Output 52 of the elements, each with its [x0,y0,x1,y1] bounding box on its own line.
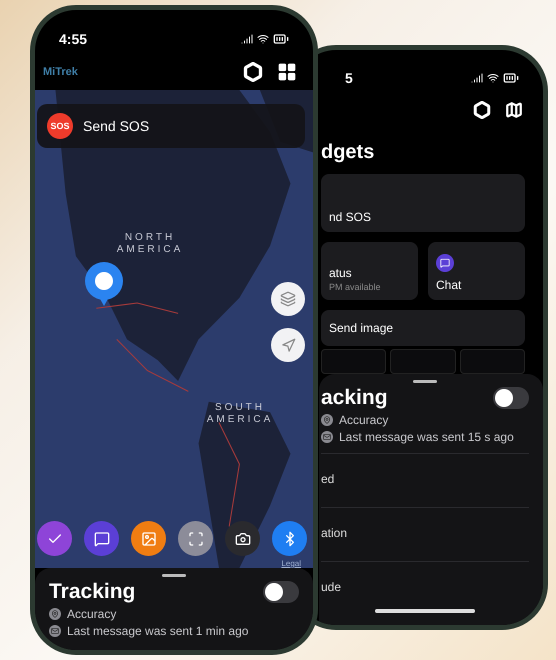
grid-icon[interactable] [277,62,297,82]
settings-item[interactable]: ude [321,580,342,594]
pin-icon [49,608,61,620]
status-time: 5 [345,70,353,86]
widget-label: Send image [329,321,394,336]
navigation-icon [280,338,296,352]
widget-label: nd SOS [329,210,372,224]
widget-label: Chat [436,278,462,292]
tracking-toggle[interactable] [493,387,529,409]
tracking-title: acking [321,386,388,410]
info-text: Last message was sent 15 s ago [339,430,514,444]
image-icon [140,530,156,546]
info-text: Last message was sent 1 min ago [67,624,248,638]
settings-item[interactable]: ation [321,526,348,540]
envelope-icon [321,431,333,443]
settings-icon[interactable] [243,62,263,82]
settings-icon[interactable] [473,101,491,120]
widget-label: atus [329,266,352,280]
camera-icon [234,530,250,546]
info-text: Accuracy [339,413,388,427]
signal-icon [471,72,483,84]
layers-icon [280,291,296,307]
widget-tile[interactable] [460,349,525,374]
widget-card[interactable]: Send image [321,310,525,346]
sos-card[interactable]: SOS Send SOS [37,104,305,148]
sheet-handle[interactable] [162,574,186,577]
settings-item[interactable]: ed [321,472,334,486]
widget-card[interactable]: nd SOS [321,174,525,232]
envelope-icon [49,625,61,637]
tracking-toggle[interactable] [263,581,299,603]
widget-tile[interactable] [390,349,456,374]
status-time: 4:55 [59,31,88,47]
screen-title: dgets [321,140,376,166]
map-label: NORTH AMERICA [116,232,184,256]
map-label: SOUTH AMERICA [206,402,274,426]
app-logo: MiTrek [43,66,78,78]
tracking-title: Tracking [49,580,136,604]
sheet-handle[interactable] [413,380,437,383]
map-icon[interactable] [505,101,523,120]
signal-icon [241,33,253,45]
widget-subtitle: PM available [329,282,381,292]
sos-label: Send SOS [83,118,150,134]
location-pin-icon[interactable] [85,262,123,306]
legal-link[interactable]: Legal [281,559,301,568]
scan-icon [188,530,204,546]
pin-icon [321,414,333,426]
widget-tile[interactable] [321,349,386,374]
widget-card[interactable]: Chat [428,242,525,300]
info-text: Accuracy [67,607,116,621]
sos-badge: SOS [47,113,73,139]
widget-card[interactable]: atus PM available [321,242,418,300]
chat-icon [94,530,110,546]
